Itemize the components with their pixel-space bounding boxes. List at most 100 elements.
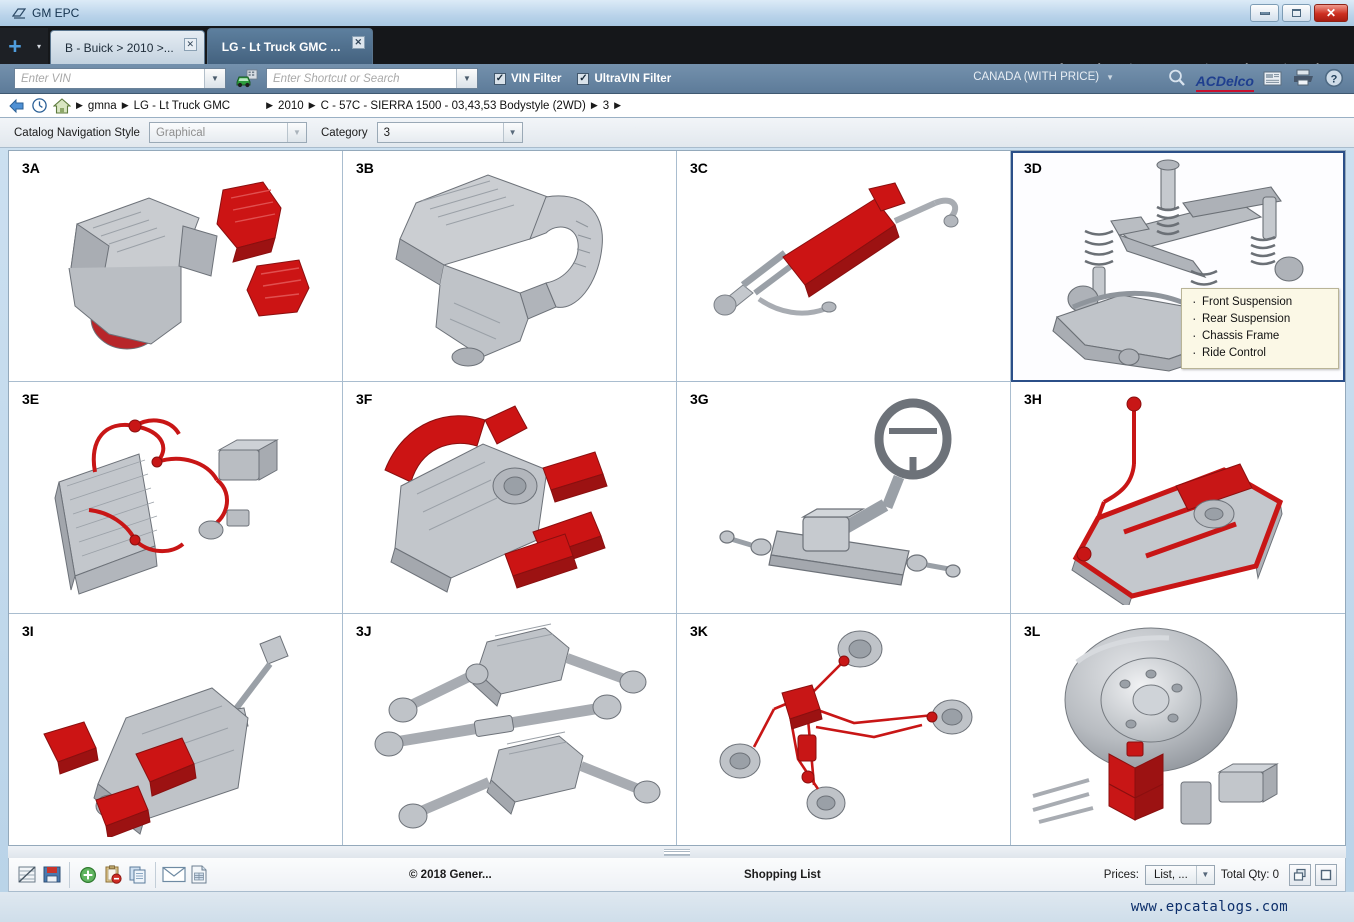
vin-input[interactable]: Enter VIN [15,73,204,85]
grid-cell-3g[interactable]: 3G [677,382,1011,614]
grid-cell-3f[interactable]: 3F [343,382,677,614]
close-button[interactable]: ✕ [1314,4,1348,22]
splitter-grip[interactable] [664,848,690,856]
vin-input-group[interactable]: Enter VIN ▼ [14,68,226,89]
chevron-down-icon[interactable]: ▼ [286,123,306,142]
vin-filter-checkbox[interactable]: ✓ VIN Filter [494,72,562,85]
grid-cell-3e[interactable]: 3E [9,382,343,614]
tooltip-item-rear-suspension[interactable]: Rear Suspension [1186,310,1334,328]
prices-group: Prices: List, ... ▼ Total Qty: 0 [1103,864,1279,885]
printer-icon[interactable] [1293,69,1315,92]
history-clock-icon[interactable] [31,97,48,114]
chevron-down-icon[interactable]: ▼ [204,69,225,88]
grid-cell-3a[interactable]: 3A [9,151,343,383]
breadcrumb-arrow: ▶ [121,100,129,110]
grid-cell-3c[interactable]: 3C [677,151,1011,383]
close-icon[interactable]: ✕ [183,38,197,51]
breadcrumb-arrow: ▶ [308,100,316,110]
region-selector[interactable]: CANADA (WITH PRICE) ▼ [973,71,1114,83]
add-tab-button[interactable]: + [0,28,30,64]
checkbox-box[interactable]: ✓ [494,72,506,85]
prices-label: Prices: [1103,868,1139,881]
close-icon[interactable]: ✕ [351,36,365,49]
application-window: GM EPC ✕ + ▾ B - Buick > 2010 >... ✕ LG … [0,0,1354,922]
tooltip-item-chassis-frame[interactable]: Chassis Frame [1186,327,1334,345]
app-icon [12,6,26,20]
restore-window-icon[interactable] [1289,863,1311,886]
car-icon[interactable] [234,68,260,90]
chevron-down-icon[interactable]: ▼ [456,69,477,88]
shopping-list-label: Shopping List [744,868,821,881]
prices-select[interactable]: List, ... ▼ [1144,864,1215,885]
transmission-illustration [343,382,676,612]
grid-cell-3i[interactable]: 3I [9,613,343,845]
news-icon[interactable] [1263,70,1284,92]
breadcrumb-segment-year[interactable]: 2010 [278,100,304,112]
breadcrumb-segment-category[interactable]: 3 [603,100,609,112]
maximize-window-icon[interactable] [1315,863,1337,886]
remove-item-icon[interactable] [100,863,125,887]
acdelco-logo[interactable]: ACDelco [1195,73,1255,92]
category-label: Category [320,126,368,139]
search-filter-bar: Enter VIN ▼ Enter Shortcut or Search ▼ ✓… [0,64,1354,94]
tab-lt-truck-gmc[interactable]: LG - Lt Truck GMC ... ✕ [206,28,373,64]
bottom-toolbar: © 2018 Gener... Shopping List Prices: Li… [8,858,1346,892]
search-input[interactable]: Enter Shortcut or Search [267,73,456,85]
breadcrumb: ▶ gmna ▶ LG - Lt Truck GMC ▶ 2010 ▶ C - … [0,94,1354,118]
breadcrumb-segment-gmna[interactable]: gmna [88,100,117,112]
back-arrow-icon[interactable] [8,98,26,114]
copy-icon[interactable] [125,863,150,887]
minimize-button[interactable] [1250,4,1279,22]
steering-illustration [677,382,1010,612]
category-select[interactable]: 3 ▼ [376,122,523,143]
panel-splitter[interactable] [8,846,1346,858]
wheel-jack-illustration [1011,614,1345,845]
toolbar-right-icons: ACDelco ? [1167,68,1344,93]
help-icon[interactable]: ? [1324,68,1344,93]
grid-cell-3d[interactable]: 3D · Front Suspension · Rear Suspension … [1011,151,1345,383]
tab-dropdown-button[interactable]: ▾ [30,28,48,64]
home-icon[interactable] [53,97,71,114]
prices-value: List, ... [1153,868,1188,881]
maximize-button[interactable] [1282,4,1311,22]
grid-cell-3k[interactable]: 3K [677,613,1011,845]
report-icon[interactable] [186,863,211,887]
checkbox-box[interactable]: ✓ [577,72,590,85]
exhaust-illustration [677,151,1010,381]
axles-illustration [343,614,676,845]
vin-filter-label: VIN Filter [511,72,562,85]
breadcrumb-segment-model[interactable]: C - 57C - SIERRA 1500 - 03,43,53 Bodysty… [321,100,586,112]
cell-code: 3D [1024,160,1042,176]
ultravin-filter-checkbox[interactable]: ✓ UltraVIN Filter [577,72,671,85]
grid-cell-3l[interactable]: 3L [1011,613,1345,845]
search-icon[interactable] [1167,68,1187,93]
tab-buick[interactable]: B - Buick > 2010 >... ✕ [50,30,205,64]
shortcut-search-group[interactable]: Enter Shortcut or Search ▼ [266,68,478,89]
tab-strip: + ▾ B - Buick > 2010 >... ✕ LG - Lt Truc… [0,26,1354,76]
tooltip-item-front-suspension[interactable]: Front Suspension [1186,293,1334,311]
add-item-icon[interactable] [75,863,100,887]
chevron-down-icon[interactable]: ▼ [502,123,522,142]
clear-list-icon[interactable] [14,863,39,887]
email-icon[interactable] [161,863,186,887]
brakes-illustration [677,614,1010,845]
breadcrumb-segment-brand[interactable]: LG - Lt Truck GMC [134,100,231,112]
chevron-down-icon[interactable]: ▼ [1106,73,1114,82]
cell-code: 3E [22,391,40,408]
cell-code: 3H [1024,391,1042,408]
tab-label: LG - Lt Truck GMC ... [221,39,341,54]
save-icon[interactable] [39,863,64,887]
grid-cell-3j[interactable]: 3J [343,613,677,845]
catalog-nav-style-select[interactable]: Graphical ▼ [148,122,307,143]
grid-cell-3h[interactable]: 3H [1011,382,1345,614]
catalog-nav-style-value: Graphical [155,126,206,139]
illustration-grid: 3A 3B 3C 3D · Front Suspension · Rear Su… [8,150,1346,846]
cell-code: 3G [690,391,709,408]
window-controls: ✕ [1250,4,1348,22]
grid-cell-3b[interactable]: 3B [343,151,677,383]
category-value: 3 [383,126,391,139]
tooltip-item-ride-control[interactable]: Ride Control [1186,344,1334,362]
radiator-illustration [9,382,342,612]
item-actions-group [69,861,155,888]
chevron-down-icon[interactable]: ▼ [1195,865,1214,884]
